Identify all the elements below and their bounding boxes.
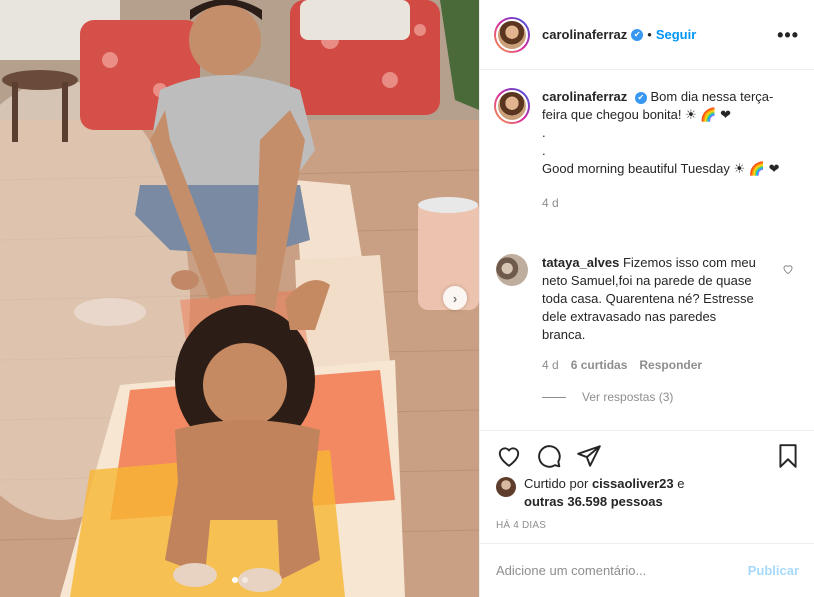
liked-by-text: Curtido por cissaoliver23 e outras 36.59… — [524, 475, 684, 511]
replies-divider — [542, 396, 566, 398]
more-options-icon[interactable]: ••• — [777, 25, 799, 46]
view-replies-label: Ver respostas (3) — [582, 390, 674, 404]
reply-button[interactable]: Responder — [639, 356, 702, 374]
verified-badge-icon: ✔ — [631, 28, 644, 41]
like-heart-icon[interactable] — [496, 443, 522, 469]
liked-by: Curtido por cissaoliver23 e outras 36.59… — [496, 475, 684, 511]
save-bookmark-icon[interactable] — [775, 443, 801, 469]
liker-avatar[interactable] — [496, 477, 516, 497]
commenter-avatar[interactable] — [496, 254, 528, 286]
follow-button[interactable]: Seguir — [656, 27, 696, 42]
share-send-icon[interactable] — [576, 443, 602, 469]
post-photo-illustration — [0, 0, 479, 597]
comment-likes[interactable]: 6 curtidas — [571, 356, 628, 374]
comment-body: tataya_alves Fizemos isso com meu neto S… — [542, 254, 762, 374]
liked-by-conj: e — [677, 476, 685, 491]
carousel-next-button[interactable]: › — [443, 286, 467, 310]
carousel-dot — [241, 577, 248, 583]
caption-timestamp[interactable]: 4 d — [542, 194, 782, 212]
caption-author-avatar[interactable] — [494, 88, 530, 124]
carousel-indicator — [0, 577, 479, 583]
post-photo[interactable]: › — [0, 0, 479, 597]
post-header: carolinaferraz ✔ • Seguir ••• — [480, 0, 814, 70]
author-avatar[interactable] — [494, 16, 530, 53]
instagram-post-modal: › carolinaferraz ✔ • Seguir ••• carolina… — [0, 0, 814, 597]
add-comment-bar: Publicar — [480, 543, 814, 597]
caption-body: carolinaferraz ✔ Bom dia nessa terça-fei… — [542, 88, 782, 212]
post-date[interactable]: HÁ 4 DIAS — [496, 520, 546, 531]
caption-dot-1: . — [542, 125, 546, 140]
carousel-dot-active — [231, 577, 238, 583]
caption-text-2: Good morning beautiful Tuesday ☀ 🌈 ❤ — [542, 161, 780, 176]
comment-username[interactable]: tataya_alves — [542, 255, 619, 270]
comment-timestamp[interactable]: 4 d — [542, 356, 559, 374]
comment-like-heart-icon[interactable] — [782, 263, 794, 275]
comment: tataya_alves Fizemos isso com meu neto S… — [496, 254, 802, 374]
caption-dot-2: . — [542, 143, 546, 158]
caption-username[interactable]: carolinaferraz — [542, 89, 627, 104]
author-username[interactable]: carolinaferraz — [542, 27, 627, 42]
verified-badge-icon: ✔ — [634, 91, 647, 104]
comment-meta: 4 d 6 curtidas Responder — [542, 356, 762, 374]
liked-by-prefix: Curtido por — [524, 476, 589, 491]
publish-button[interactable]: Publicar — [748, 563, 799, 578]
comment-bubble-icon[interactable] — [536, 443, 562, 469]
post-side-panel: carolinaferraz ✔ • Seguir ••• carolinafe… — [479, 0, 814, 597]
post-caption: carolinaferraz ✔ Bom dia nessa terça-fei… — [494, 88, 800, 212]
liked-by-user[interactable]: cissaoliver23 — [592, 476, 674, 491]
post-actions — [480, 430, 814, 480]
follow-separator: • — [647, 27, 652, 42]
comment-input[interactable] — [496, 563, 748, 578]
liked-by-others[interactable]: outras 36.598 pessoas — [524, 494, 663, 509]
view-replies-button[interactable]: Ver respostas (3) — [542, 390, 673, 404]
